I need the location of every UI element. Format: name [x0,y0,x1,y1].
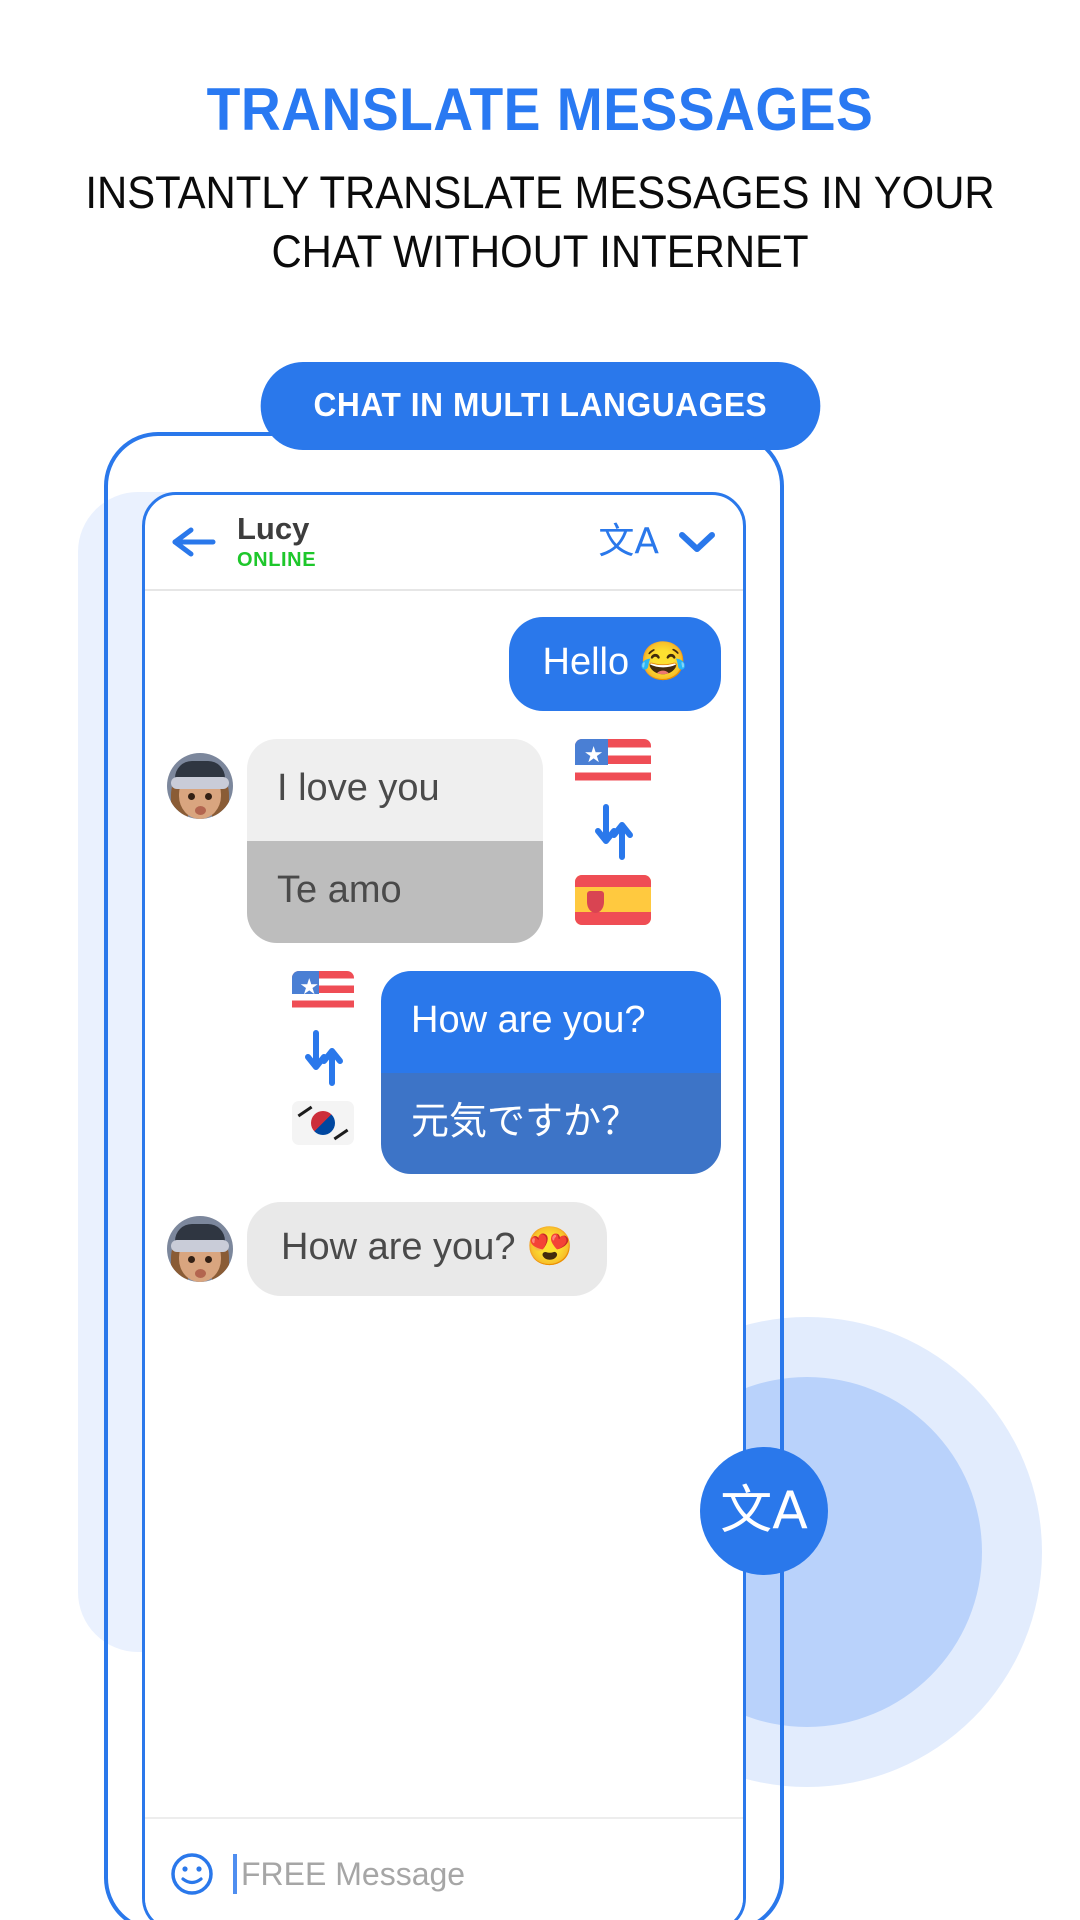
text-cursor [233,1854,237,1894]
language-pair-indicator[interactable]: ★ [565,738,661,925]
avatar [167,752,233,819]
message-translated-text: Te amo [247,840,543,943]
message-source-text: I love you [247,738,543,841]
translate-fab[interactable]: 文A [700,1447,828,1575]
message-list[interactable]: Hello 😂 I love you Te amo ★ ★ How are yo… [145,591,743,1831]
promo-header: TRANSLATE MESSAGES INSTANTLY TRANSLATE M… [0,0,1080,282]
avatar [167,1216,233,1283]
translate-icon[interactable]: 文A [598,524,659,560]
chat-header: Lucy ONLINE 文A [145,495,743,591]
us-flag-icon: ★ [575,738,651,789]
message-bubble-outgoing[interactable]: Hello 😂 [508,617,721,711]
message-row: ★ How are you? 元気ですか？ [167,970,721,1175]
promo-screenshot: TRANSLATE MESSAGES INSTANTLY TRANSLATE M… [0,0,1080,1920]
message-bubble-incoming[interactable]: How are you? 😍 [247,1202,608,1297]
status-badge: ONLINE [237,548,317,571]
message-row: Hello 😂 [167,617,721,711]
message-row: I love you Te amo ★ [167,738,721,943]
page-subtitle: INSTANTLY TRANSLATE MESSAGES IN YOUR CHA… [85,167,995,278]
peer-info[interactable]: Lucy ONLINE [237,512,598,571]
message-bubble-outgoing-translated[interactable]: How are you? 元気ですか？ [381,970,721,1175]
smiley-icon[interactable] [171,1853,213,1895]
message-translated-text: 元気ですか？ [381,1072,721,1175]
es-flag-icon [575,874,651,925]
us-flag-icon: ★ [292,970,354,1015]
page-title: TRANSLATE MESSAGES [206,76,874,143]
swap-arrows-icon [584,801,642,863]
message-source-text: How are you? [381,970,721,1073]
message-input[interactable]: FREE Message [241,1856,465,1893]
phone-screen: Lucy ONLINE 文A Hello 😂 I love you Te amo… [142,492,746,1920]
chevron-down-icon[interactable] [677,529,717,555]
header-actions: 文A [598,524,717,560]
kr-flag-icon [292,1100,354,1145]
message-bubble-incoming-translated[interactable]: I love you Te amo [247,738,543,943]
language-pair-indicator[interactable]: ★ [275,970,371,1145]
message-row: How are you? 😍 [167,1202,721,1297]
back-arrow-icon[interactable] [169,522,219,562]
message-input-bar: FREE Message [145,1817,743,1920]
swap-arrows-icon [294,1027,352,1089]
peer-name: Lucy [237,511,310,547]
translate-icon: 文A [720,1481,808,1541]
